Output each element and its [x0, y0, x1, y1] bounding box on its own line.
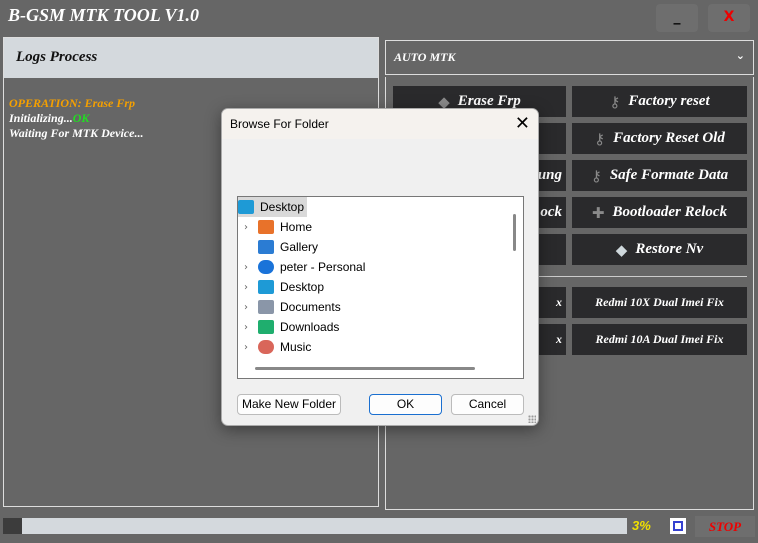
downloads-icon	[258, 320, 274, 334]
stop-button[interactable]: STOP	[695, 516, 755, 537]
mode-selected: AUTO MTK	[394, 50, 456, 64]
tree-item-label: Home	[280, 220, 313, 234]
tree-item-label: Documents	[280, 300, 341, 314]
folder-tree[interactable]: Desktop › Home Gallery › peter - Personal › Des…	[237, 196, 524, 379]
safe-formate-data-button[interactable]: ⚷ Safe Formate Data	[572, 160, 747, 191]
tree-item[interactable]: Desktop	[238, 197, 308, 217]
factory-reset-old-button[interactable]: ⚷ Factory Reset Old	[572, 123, 747, 154]
label: Factory Reset Old	[613, 130, 725, 146]
crop-icon[interactable]	[670, 518, 686, 534]
factory-reset-button[interactable]: ⚷ Factory reset	[572, 86, 747, 117]
tree-item-label: Desktop	[260, 200, 305, 214]
log-init-text: Initializing...	[9, 111, 73, 125]
label: Safe Formate Data	[609, 167, 729, 183]
close-button[interactable]: X	[708, 4, 750, 32]
horizontal-scrollbar[interactable]	[255, 367, 475, 370]
expand-chevron-icon[interactable]: ›	[244, 342, 248, 353]
eraser-icon: ◆	[615, 240, 628, 259]
restore-nv-button[interactable]: ◆ Restore Nv	[572, 234, 747, 265]
mode-dropdown[interactable]: AUTO MTK ⌄	[385, 40, 754, 75]
label: ock	[540, 204, 562, 220]
progress-bar	[3, 518, 627, 534]
tree-item[interactable]: › peter - Personal	[244, 257, 366, 277]
make-new-folder-button[interactable]: Make New Folder	[237, 394, 341, 415]
label: ung	[537, 167, 562, 183]
desktop-icon	[238, 200, 254, 214]
desktop-icon	[258, 280, 274, 294]
redmi-10x-imei-button[interactable]: Redmi 10X Dual Imei Fix	[572, 287, 747, 318]
tree-item[interactable]: › Desktop	[244, 277, 325, 297]
key-icon: ⚷	[609, 92, 621, 111]
tree-item[interactable]: › Home	[244, 217, 313, 237]
expand-chevron-icon[interactable]: ›	[244, 262, 248, 273]
key-icon: ⚷	[594, 129, 606, 148]
label: Factory reset	[628, 93, 710, 109]
tree-item-label: Music	[280, 340, 312, 354]
label: x	[556, 295, 562, 309]
expand-chevron-icon[interactable]: ›	[244, 322, 248, 333]
puzzle-icon: ✚	[591, 203, 605, 222]
label: x	[556, 332, 562, 346]
expand-chevron-icon[interactable]: ›	[244, 282, 248, 293]
tree-item-label: Desktop	[280, 280, 325, 294]
gallery-icon	[258, 240, 274, 254]
tree-item[interactable]: Gallery	[258, 237, 318, 257]
resize-grip[interactable]	[528, 415, 536, 423]
music-icon	[258, 340, 274, 354]
redmi-10a-imei-button[interactable]: Redmi 10A Dual Imei Fix	[572, 324, 747, 355]
vertical-scrollbar[interactable]	[513, 214, 516, 251]
tree-item[interactable]: › Music	[244, 337, 312, 357]
tree-item[interactable]: › Downloads	[244, 317, 340, 337]
expand-chevron-icon[interactable]: ›	[244, 222, 248, 233]
progress-percent: 3%	[632, 518, 651, 533]
documents-icon	[258, 300, 274, 314]
cancel-button[interactable]: Cancel	[451, 394, 524, 415]
home-icon	[258, 220, 274, 234]
expand-chevron-icon[interactable]: ›	[244, 302, 248, 313]
label: Bootloader Relock	[612, 204, 728, 220]
tree-item-label: peter - Personal	[280, 260, 366, 274]
chevron-down-icon: ⌄	[735, 49, 745, 62]
minimize-button[interactable]: _	[656, 4, 698, 32]
key-icon: ⚷	[590, 166, 602, 185]
tree-item[interactable]: › Documents	[244, 297, 341, 317]
progress-fill	[3, 518, 22, 534]
log-ok: OK	[72, 111, 90, 125]
tree-item-label: Downloads	[280, 320, 340, 334]
dialog-close-icon[interactable]: ✕	[515, 113, 530, 134]
label: Restore Nv	[635, 241, 704, 257]
dialog-title: Browse For Folder	[222, 109, 538, 139]
logs-header: Logs Process	[4, 38, 378, 78]
app-title: B-GSM MTK TOOL V1.0	[8, 5, 200, 25]
tree-item-label: Gallery	[280, 240, 319, 254]
ok-button[interactable]: OK	[369, 394, 442, 415]
onedrive-icon	[258, 260, 274, 274]
browse-folder-dialog: Browse For Folder ✕ Desktop › Home Gallery ›…	[221, 108, 539, 426]
bootloader-relock-button[interactable]: ✚ Bootloader Relock	[572, 197, 747, 228]
